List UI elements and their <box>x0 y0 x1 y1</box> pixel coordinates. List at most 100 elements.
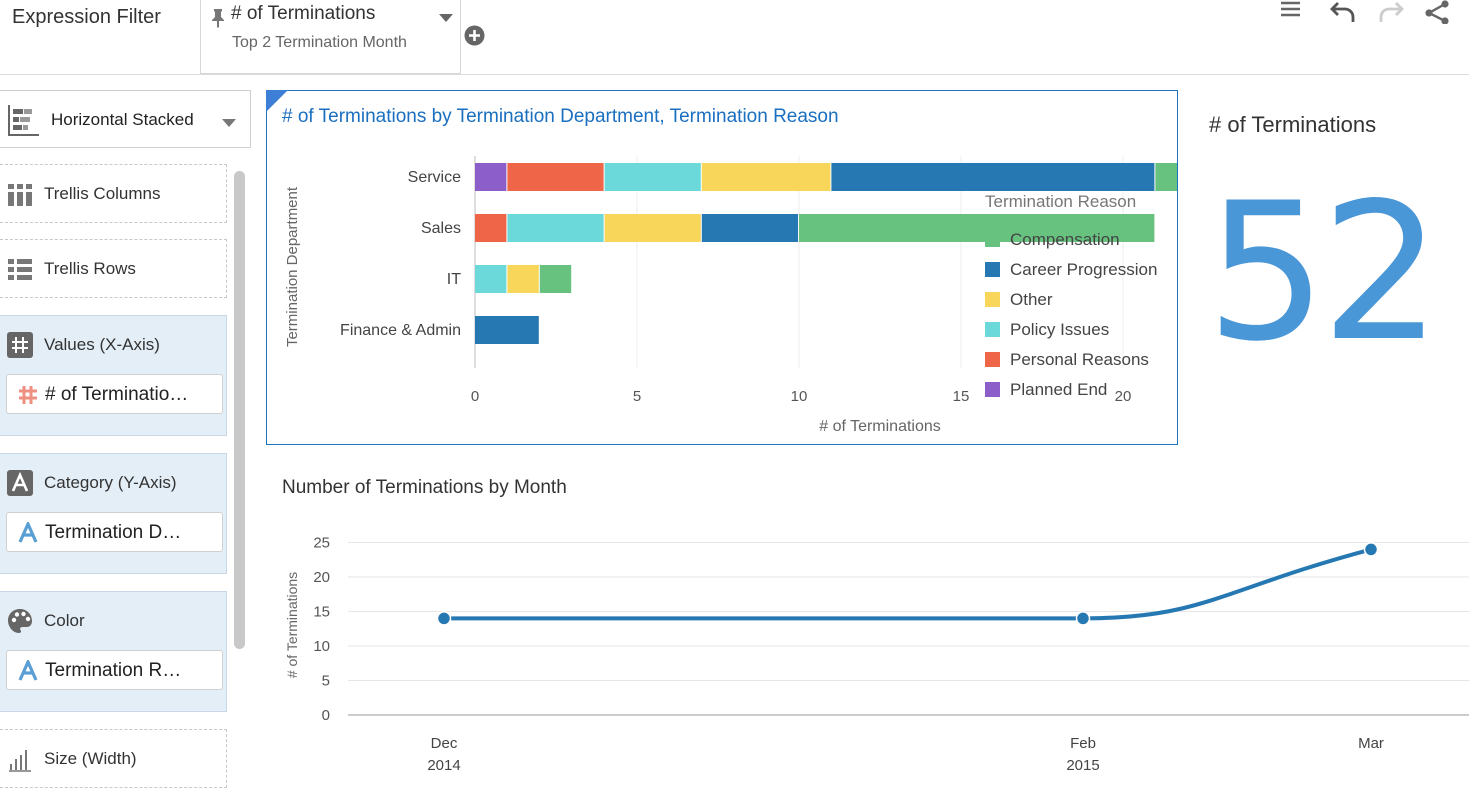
y-tick-label: 20 <box>313 569 330 586</box>
y-axis-title: # of Terminations <box>284 572 300 678</box>
viz-type-label: Horizontal Stacked <box>51 110 194 129</box>
legend-swatch[interactable] <box>985 352 1000 367</box>
legend-label[interactable]: Personal Reasons <box>1010 350 1149 369</box>
bar-segment[interactable] <box>604 163 701 191</box>
panel-scrollbar[interactable] <box>234 171 245 649</box>
bar-chart: 0510152025ServiceSalesITFinance & Admin#… <box>284 156 1177 435</box>
x-tick-label: 15 <box>953 388 970 405</box>
bar-segment[interactable] <box>701 214 798 242</box>
palette-icon <box>7 608 33 639</box>
values-measure-pill[interactable]: # of Terminatio… <box>6 374 223 414</box>
attribute-a-icon <box>17 658 39 687</box>
measure-icon <box>17 384 39 411</box>
y-tick-label: 25 <box>313 535 330 552</box>
x-axis-title: # of Terminations <box>819 418 941 435</box>
add-filter-icon[interactable] <box>464 25 485 51</box>
bar-segment[interactable] <box>701 163 831 191</box>
legend-swatch[interactable] <box>985 262 1000 277</box>
x-tick-month: Dec <box>431 735 458 752</box>
grammar-panel: Horizontal Stacked Trellis Columns Trell… <box>0 76 252 788</box>
legend-label[interactable]: Compensation <box>1010 230 1120 249</box>
trellis-rows-drop[interactable]: Trellis Rows <box>0 239 227 298</box>
category-y-axis-drop[interactable]: Category (Y-Axis) Termination D… <box>0 453 227 574</box>
legend-label[interactable]: Policy Issues <box>1010 320 1109 339</box>
y-tick-label: 5 <box>322 673 330 690</box>
line-chart: 0 5 10 15 20 25 # of Terminations Dec 2014 Feb 201… <box>284 535 1469 774</box>
category-attribute-pill[interactable]: Termination D… <box>6 512 223 552</box>
trellis-rows-label: Trellis Rows <box>44 259 136 278</box>
bar-segment[interactable] <box>507 214 604 242</box>
menu-icon[interactable] <box>1280 0 1302 23</box>
pin-icon[interactable] <box>211 8 225 33</box>
share-icon[interactable] <box>1423 0 1451 29</box>
category-attribute-text: Termination D… <box>45 522 182 543</box>
category-label: Sales <box>421 220 461 237</box>
legend-title: Termination Reason <box>985 192 1136 211</box>
data-point[interactable] <box>1363 542 1379 557</box>
bar-segment[interactable] <box>507 265 539 293</box>
legend-swatch[interactable] <box>985 382 1000 397</box>
line-chart-title: Number of Terminations by Month <box>282 477 567 498</box>
values-x-axis-label: Values (X-Axis) <box>44 335 160 354</box>
bar-segment[interactable] <box>475 163 507 191</box>
bar-segment[interactable] <box>539 265 572 293</box>
legend-swatch[interactable] <box>985 232 1000 247</box>
expression-filter-label[interactable]: Expression Filter <box>12 6 161 29</box>
legend-label[interactable]: Career Progression <box>1010 260 1157 279</box>
values-measure-text: # of Terminatio… <box>45 384 189 405</box>
legend-swatch[interactable] <box>985 322 1000 337</box>
category-y-axis-label: Category (Y-Axis) <box>44 473 177 492</box>
bar-segment[interactable] <box>507 163 604 191</box>
kpi-value: 52 <box>1206 162 1442 383</box>
size-width-label: Size (Width) <box>44 749 137 768</box>
undo-icon[interactable] <box>1330 0 1358 27</box>
bar-segment[interactable] <box>831 163 1155 191</box>
x-tick-label: 20 <box>1115 388 1132 405</box>
color-label: Color <box>44 611 85 630</box>
chevron-down-icon[interactable] <box>439 10 453 28</box>
y-tick-label: 15 <box>313 604 330 621</box>
legend-swatch[interactable] <box>985 292 1000 307</box>
x-tick-label: 0 <box>471 388 479 405</box>
values-x-axis-drop[interactable]: Values (X-Axis) # of Terminatio… <box>0 315 227 436</box>
size-icon <box>7 746 33 777</box>
legend-label[interactable]: Other <box>1010 290 1053 309</box>
bar-chart-title: # of Terminations by Termination Departm… <box>282 106 839 127</box>
viz-type-selector[interactable]: Horizontal Stacked <box>0 90 251 148</box>
y-tick-label: 10 <box>313 638 330 655</box>
x-tick-label: 10 <box>791 388 808 405</box>
chevron-down-icon[interactable] <box>222 115 236 133</box>
bar-segment[interactable] <box>475 214 507 242</box>
legend-label[interactable]: Planned End <box>1010 380 1107 399</box>
category-label: Finance & Admin <box>340 322 461 339</box>
horizontal-stacked-icon <box>6 103 40 142</box>
category-label: IT <box>447 271 461 288</box>
trellis-columns-icon <box>7 183 33 212</box>
bar-segment[interactable] <box>1155 163 1177 191</box>
kpi-title: # of Terminations <box>1209 112 1377 137</box>
size-width-drop[interactable]: Size (Width) <box>0 729 227 788</box>
filter-chip[interactable]: # of Terminations Top 2 Termination Mont… <box>200 0 461 74</box>
bar-segment[interactable] <box>604 214 701 242</box>
bar-segment[interactable] <box>475 265 507 293</box>
attribute-icon <box>7 470 33 501</box>
trellis-columns-drop[interactable]: Trellis Columns <box>0 164 227 223</box>
redo-icon[interactable] <box>1376 0 1404 27</box>
x-tick-month: Feb <box>1070 735 1096 752</box>
data-point[interactable] <box>1075 611 1091 626</box>
x-tick-year: 2014 <box>427 757 460 774</box>
color-attribute-pill[interactable]: Termination R… <box>6 650 223 690</box>
color-drop[interactable]: Color Termination R… <box>0 591 227 712</box>
series-line <box>444 547 1372 621</box>
y-tick-label: 0 <box>322 707 330 724</box>
bar-segment[interactable] <box>475 316 539 344</box>
filter-bar: Expression Filter # of Terminations Top … <box>0 0 1469 75</box>
x-tick-month: Mar <box>1358 735 1384 752</box>
number-icon <box>7 332 33 363</box>
color-attribute-text: Termination R… <box>45 660 182 681</box>
x-tick-label: 5 <box>633 388 641 405</box>
trellis-rows-icon <box>7 258 33 287</box>
category-label: Service <box>408 169 461 186</box>
data-point[interactable] <box>436 611 452 626</box>
y-axis-title: Termination Department <box>284 186 301 347</box>
